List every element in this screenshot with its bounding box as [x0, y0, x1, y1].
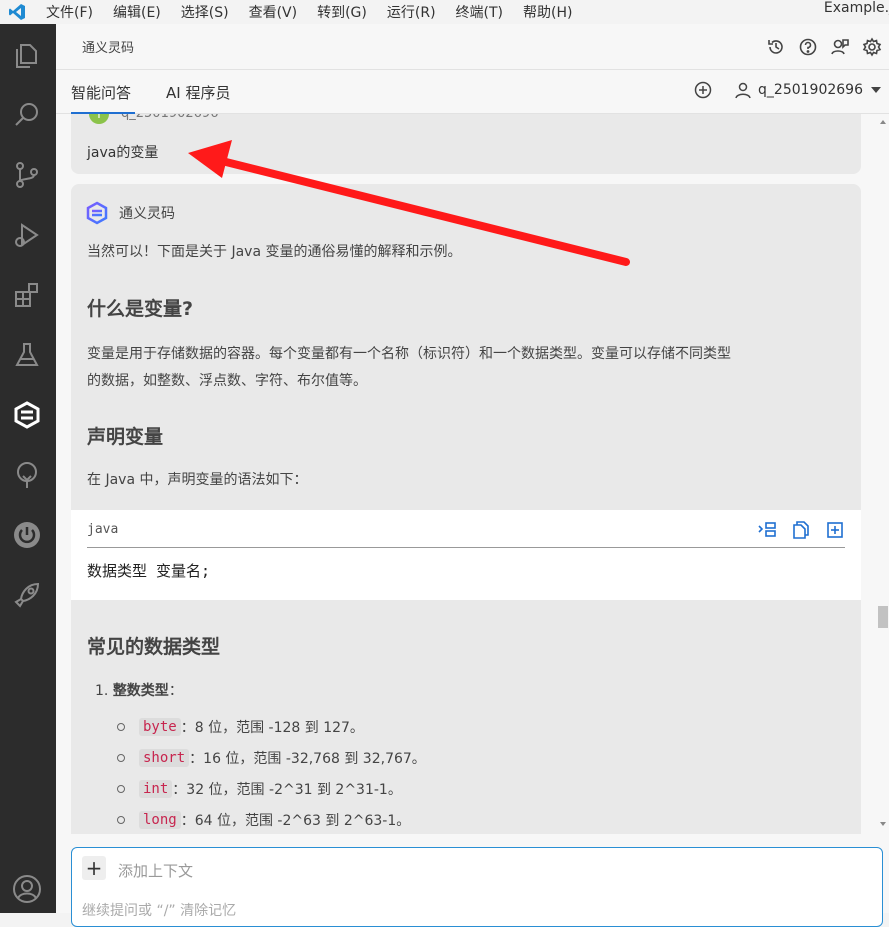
panel-tabs: 智能问答 AI 程序员 q_2501902696: [56, 70, 889, 114]
history-icon[interactable]: [765, 36, 787, 58]
menu-help[interactable]: 帮助(H): [523, 2, 572, 22]
menu-terminal[interactable]: 终端(T): [456, 2, 503, 22]
code-content: 数据类型 变量名;: [87, 562, 211, 580]
inline-code: byte: [139, 718, 181, 736]
bullet-text: ：8 位，范围 -128 到 127。: [180, 720, 364, 736]
bullet-dot: [117, 816, 125, 824]
bullet-dot: [117, 723, 125, 731]
ai-message: 通义灵码 当然可以！下面是关于 Java 变量的通俗易懂的解释和示例。 什么是变…: [71, 184, 861, 834]
user-message: Y q_2501902696 java的变量: [71, 114, 861, 174]
dropdown-caret-icon[interactable]: [871, 86, 881, 94]
tree-icon[interactable]: [10, 458, 44, 492]
testing-flask-icon[interactable]: [10, 338, 44, 372]
settings-gear-icon[interactable]: [861, 36, 883, 58]
inline-code: long: [139, 811, 181, 829]
source-control-icon[interactable]: [10, 158, 44, 192]
inline-code: int: [139, 780, 173, 798]
heading-what-is-variable: 什么是变量?: [87, 298, 194, 320]
bullet-byte: byte ：8 位，范围 -128 到 127。: [117, 717, 364, 737]
paragraph-declare-syntax: 在 Java 中，声明变量的语法如下：: [87, 472, 308, 488]
bullet-long: long ：64 位，范围 -2^63 到 2^63-1。: [117, 810, 410, 830]
explorer-icon[interactable]: [10, 38, 44, 72]
paragraph-variable-line1: 变量是用于存储数据的容器。每个变量都有一个名称（标识符）和一个数据类型。变量可以…: [87, 346, 731, 362]
lingma-panel: 通义灵码 智能问答 AI 程序员 q_2501902696 Y java的变量 …: [56, 24, 889, 927]
list-colon: ：: [168, 683, 183, 699]
insert-code-icon[interactable]: [757, 520, 777, 540]
list-label: 整数类型: [112, 683, 169, 699]
chat-scroll-area[interactable]: Y q_2501902696 java的变量 通义灵码 当然可以！下面是关于 J…: [56, 114, 889, 834]
tongyi-lingma-icon[interactable]: [10, 398, 44, 432]
list-number: 1.: [95, 683, 109, 699]
menu-go[interactable]: 转到(G): [317, 2, 367, 22]
code-block: java 数据类型 变量名;: [71, 510, 861, 600]
menu-bar: 文件(F) 编辑(E) 选择(S) 查看(V) 转到(G) 运行(R) 终端(T…: [0, 0, 889, 24]
menu-edit[interactable]: 编辑(E): [113, 2, 161, 22]
menu-selection[interactable]: 选择(S): [181, 2, 229, 22]
bullet-dot: [117, 754, 125, 762]
username-label[interactable]: q_2501902696: [758, 82, 863, 98]
chat-input-box[interactable]: + 添加上下文 继续提问或 “/” 清除记忆: [71, 847, 883, 927]
user-icon: [734, 81, 752, 99]
user-message-text: java的变量: [87, 145, 159, 161]
code-language-label: java: [87, 522, 119, 537]
bullet-short: short ：16 位，范围 -32,768 到 32,767。: [117, 748, 426, 768]
menu-run[interactable]: 运行(R): [387, 2, 436, 22]
activity-bar: [0, 24, 56, 913]
code-separator: [87, 547, 845, 548]
vscode-logo-icon: [6, 1, 28, 23]
account-icon[interactable]: [10, 872, 44, 906]
inline-code: short: [139, 749, 190, 767]
lingma-logo-icon: [85, 201, 109, 225]
heading-declare-variable: 声明变量: [87, 426, 164, 448]
bullet-text: ：32 位，范围 -2^31 到 2^31-1。: [172, 782, 402, 798]
menu-file[interactable]: 文件(F): [46, 2, 93, 22]
panel-header: 通义灵码: [56, 24, 889, 70]
chat-input-placeholder[interactable]: 继续提问或 “/” 清除记忆: [82, 900, 236, 920]
code-actions: [757, 520, 845, 540]
bullet-dot: [117, 785, 125, 793]
bullet-int: int ：32 位，范围 -2^31 到 2^31-1。: [117, 779, 402, 799]
chat-scrollbar[interactable]: [877, 114, 889, 834]
list-item-integer-types: 1. 整数类型：: [95, 680, 183, 700]
header-actions: [765, 36, 883, 58]
search-icon[interactable]: [10, 98, 44, 132]
menu-view[interactable]: 查看(V): [249, 2, 298, 22]
add-context-label[interactable]: 添加上下文: [118, 860, 193, 881]
user-avatar: Y: [89, 114, 109, 124]
window-title: Example.j: [823, 0, 889, 16]
new-file-code-icon[interactable]: [825, 520, 845, 540]
tab-right-actions: q_2501902696: [694, 81, 881, 99]
scrollbar-arrows-icon: [880, 120, 886, 826]
new-chat-plus-icon[interactable]: [694, 81, 712, 99]
bullet-text: ：64 位，范围 -2^63 到 2^63-1。: [180, 813, 411, 829]
add-context-plus-icon[interactable]: +: [82, 856, 106, 880]
tab-ai-programmer[interactable]: AI 程序员: [166, 82, 230, 103]
heading-common-types: 常见的数据类型: [87, 636, 221, 658]
ai-message-name: 通义灵码: [119, 206, 175, 222]
user-message-name: q_2501902696: [121, 114, 218, 121]
panel-title: 通义灵码: [82, 41, 135, 56]
scrollbar-thumb[interactable]: [878, 606, 888, 628]
power-icon[interactable]: [10, 518, 44, 552]
ai-message-header: 通义灵码: [85, 201, 175, 225]
run-debug-icon[interactable]: [10, 218, 44, 252]
feedback-icon[interactable]: [829, 36, 851, 58]
bullet-text: ：16 位，范围 -32,768 到 32,767。: [189, 751, 426, 767]
rocket-icon[interactable]: [10, 578, 44, 612]
help-icon[interactable]: [797, 36, 819, 58]
extensions-icon[interactable]: [10, 278, 44, 312]
ai-intro-text: 当然可以！下面是关于 Java 变量的通俗易懂的解释和示例。: [87, 244, 462, 260]
tab-smart-qa[interactable]: 智能问答: [71, 82, 131, 103]
copy-code-icon[interactable]: [791, 520, 811, 540]
paragraph-variable-line2: 的数据，如整数、浮点数、字符、布尔值等。: [87, 373, 367, 389]
